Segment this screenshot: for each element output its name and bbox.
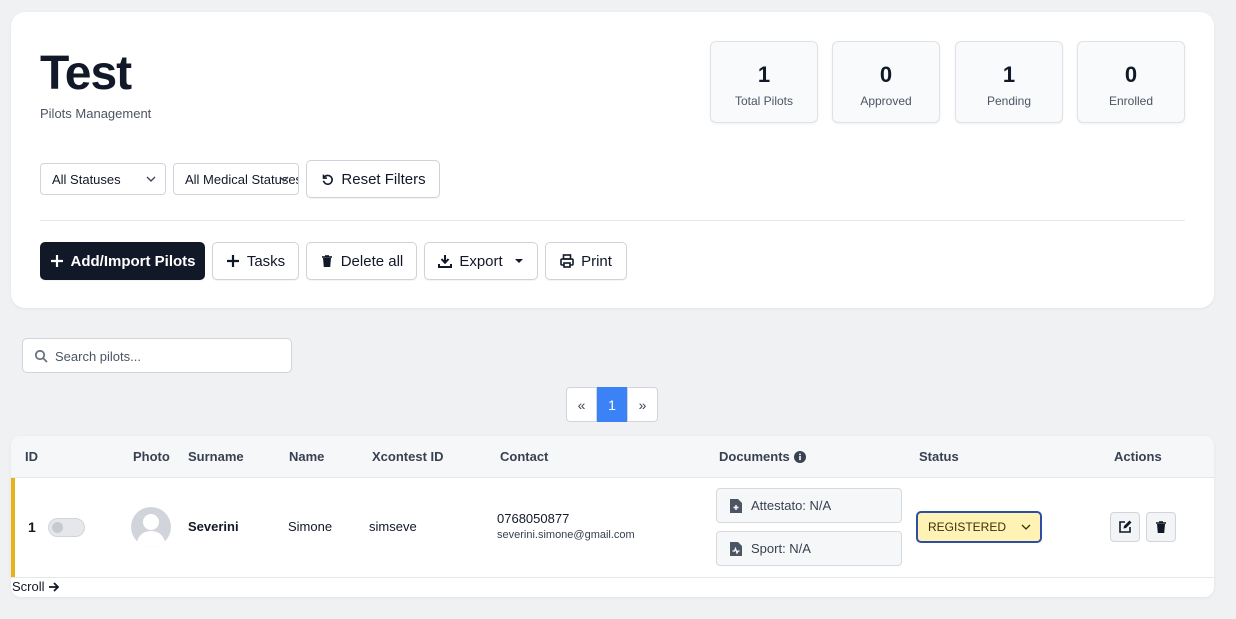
column-header-status: Status [919,449,959,464]
cell-surname: Severini [188,519,239,534]
page-title: Test [40,47,132,100]
undo-icon [323,174,334,185]
add-import-label: Add/Import Pilots [70,252,196,270]
stat-value: 1 [757,62,771,87]
document-sport-label: Sport: N/A [751,541,811,556]
plus-icon [50,255,63,267]
column-header-photo: Photo [133,449,170,464]
tasks-label: Tasks [246,252,286,270]
column-header-contact: Contact [500,449,549,464]
divider [40,220,1185,221]
cell-xcontest-id: simseve [369,519,417,534]
search-input[interactable] [55,346,280,366]
pagination-next-button[interactable]: » [627,387,658,422]
stat-value: 1 [1002,62,1016,87]
status-select-value: REGISTERED [928,520,1007,534]
user-silhouette-icon [136,514,166,547]
chevron-down-icon [146,176,156,182]
delete-all-button[interactable]: Delete all [306,242,417,280]
stat-label: Pending [986,94,1032,108]
stat-label: Enrolled [1108,94,1154,108]
status-filter-value: All Statuses [52,172,121,187]
add-import-pilots-button[interactable]: Add/Import Pilots [40,242,205,280]
column-header-documents: Documents [719,449,806,464]
search-icon [34,349,48,363]
scroll-hint: Scroll [12,579,60,594]
header-card: Test Pilots Management 1 Total Pilots 0 … [11,12,1214,308]
table-row: 1 Severini Simone simseve 0768050877 sev… [11,478,1214,578]
document-sport[interactable]: Sport: N/A [716,531,902,566]
caret-down-icon [514,259,523,263]
trash-icon [321,255,332,267]
chevron-down-icon [279,176,289,182]
stat-value: 0 [879,62,893,87]
info-icon[interactable] [793,450,806,463]
stat-value: 0 [1124,62,1138,87]
stat-label: Approved [860,94,912,108]
cell-email: severini.simone@gmail.com [497,529,635,541]
cell-phone: 0768050877 [497,511,570,526]
pagination-prev-button[interactable]: « [566,387,597,422]
print-button[interactable]: Print [545,242,627,280]
document-attestato-label: Attestato: N/A [751,498,832,513]
status-select[interactable]: REGISTERED [916,511,1042,543]
row-select-toggle[interactable] [48,518,85,537]
trash-icon [1156,521,1166,533]
arrow-right-icon [48,581,59,592]
column-header-surname: Surname [188,449,244,464]
print-label: Print [581,252,612,270]
column-header-id: ID [25,449,38,464]
printer-icon [560,254,574,268]
row-accent-bar [11,478,15,577]
cell-id: 1 [28,519,36,535]
scroll-hint-label: Scroll [12,579,45,594]
file-plus-icon [730,498,742,513]
pagination: « 1 » [566,387,658,422]
pilots-table: ID Photo Surname Name Xcontest ID Contac… [11,436,1214,597]
column-header-name: Name [289,449,325,464]
chevron-down-icon [1021,524,1031,530]
cell-name: Simone [288,519,333,534]
stat-total-pilots: 1 Total Pilots [710,41,818,123]
stat-enrolled: 0 Enrolled [1077,41,1185,123]
download-icon [438,255,453,268]
stat-approved: 0 Approved [832,41,940,123]
tasks-button[interactable]: Tasks [212,242,299,280]
avatar [131,507,171,547]
file-medical-icon [730,541,742,556]
table-header: ID Photo Surname Name Xcontest ID Contac… [11,436,1214,478]
reset-filters-label: Reset Filters [341,170,426,188]
stat-pending: 1 Pending [955,41,1063,123]
stat-label: Total Pilots [734,94,794,108]
export-label: Export [459,252,503,270]
column-header-xcontest-id: Xcontest ID [372,449,444,464]
edit-icon [1119,520,1132,533]
edit-button[interactable] [1110,512,1140,542]
reset-filters-button[interactable]: Reset Filters [306,160,440,198]
export-dropdown-button[interactable]: Export [424,242,538,280]
status-filter-select[interactable]: All Statuses [40,163,166,195]
delete-row-button[interactable] [1146,512,1176,542]
delete-all-label: Delete all [340,252,404,270]
plus-icon [226,255,239,267]
document-attestato[interactable]: Attestato: N/A [716,488,902,523]
column-header-actions: Actions [1114,449,1162,464]
pagination-page-1[interactable]: 1 [597,387,627,422]
medical-filter-select[interactable]: All Medical Statuses [173,163,299,195]
search-box[interactable] [22,338,292,373]
page-subtitle: Pilots Management [40,106,152,121]
